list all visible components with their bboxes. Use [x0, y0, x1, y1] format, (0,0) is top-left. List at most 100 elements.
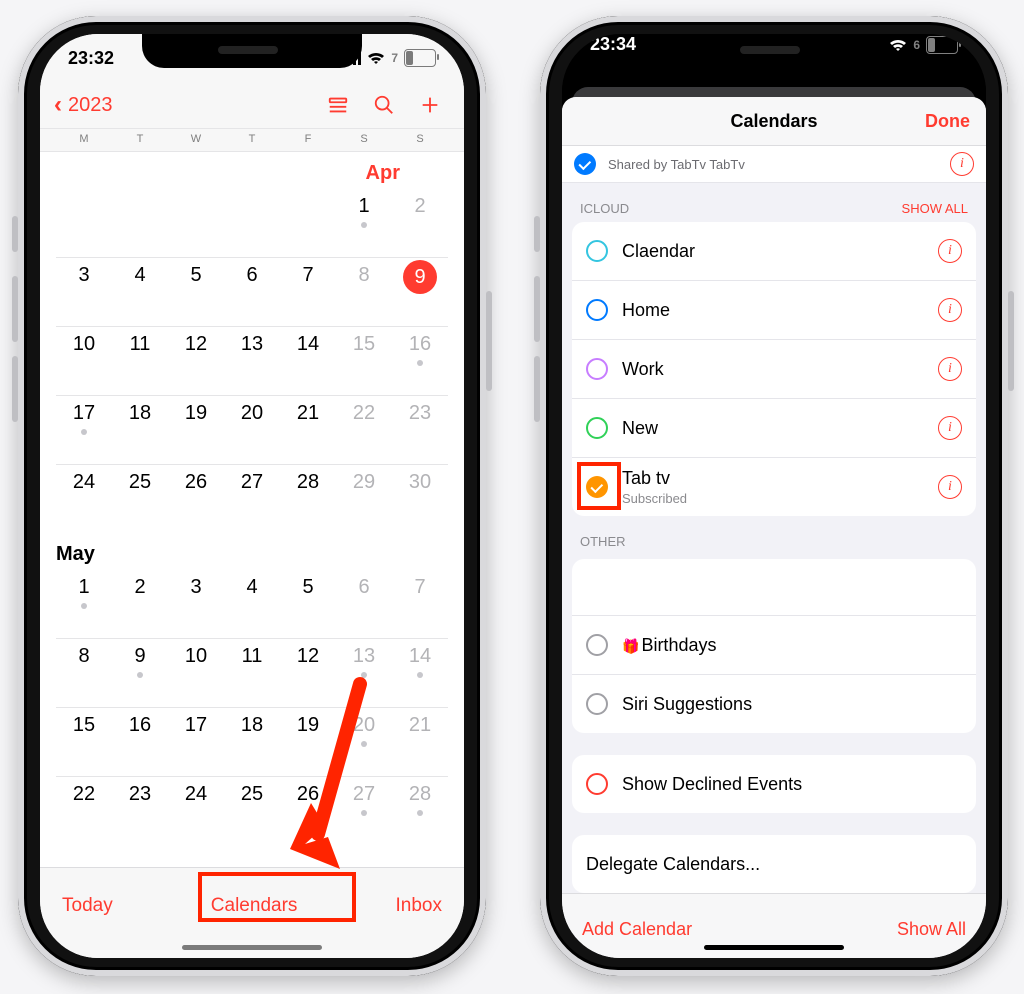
today-button[interactable]: Today — [62, 895, 113, 917]
calendar-row[interactable]: Siri Suggestions — [572, 674, 976, 733]
calendar-day[interactable]: 3 — [168, 570, 224, 638]
info-icon[interactable]: i — [938, 298, 962, 322]
calendar-day[interactable]: 22 — [56, 777, 112, 845]
calendar-day[interactable]: 15 — [336, 327, 392, 395]
calendar-day[interactable]: 16 — [112, 708, 168, 776]
calendar-day[interactable]: 26 — [280, 777, 336, 845]
calendar-day[interactable]: 13 — [336, 639, 392, 707]
info-icon[interactable]: i — [938, 416, 962, 440]
calendar-body[interactable]: Apr 123456789101112131415161718192021222… — [40, 152, 464, 867]
calendar-day[interactable]: 12 — [168, 327, 224, 395]
other-section-header: OTHER — [580, 534, 626, 549]
back-chevron-icon[interactable]: ‹ — [54, 93, 62, 117]
home-indicator[interactable] — [182, 945, 322, 950]
color-ring-icon[interactable] — [586, 358, 608, 380]
calendar-day[interactable]: 6 — [336, 570, 392, 638]
calendar-day[interactable]: 19 — [168, 396, 224, 464]
show-all-button[interactable]: Show All — [897, 919, 966, 940]
calendar-day[interactable]: 21 — [392, 708, 448, 776]
calendar-day[interactable]: 28 — [392, 777, 448, 845]
calendar-day[interactable]: 9 — [112, 639, 168, 707]
calendar-day[interactable]: 10 — [56, 327, 112, 395]
done-button[interactable]: Done — [925, 111, 970, 132]
calendar-day[interactable]: 8 — [336, 258, 392, 326]
calendar-day[interactable]: 12 — [280, 639, 336, 707]
calendar-day[interactable]: 3 — [56, 258, 112, 326]
calendar-day[interactable]: 25 — [224, 777, 280, 845]
calendar-day[interactable]: 20 — [336, 708, 392, 776]
calendar-day[interactable]: 17 — [56, 396, 112, 464]
sheet-body[interactable]: Shared by TabTv TabTv i ICLOUD SHOW ALL … — [562, 146, 986, 893]
calendar-day[interactable]: 27 — [336, 777, 392, 845]
calendar-row[interactable]: Claendari — [572, 222, 976, 280]
calendar-day[interactable]: 29 — [336, 465, 392, 533]
show-declined-row[interactable]: Show Declined Events — [572, 755, 976, 813]
calendar-day[interactable]: 25 — [112, 465, 168, 533]
calendar-row[interactable]: Tab tvSubscribedi — [572, 457, 976, 516]
inbox-button[interactable]: Inbox — [396, 895, 442, 917]
info-icon[interactable]: i — [938, 357, 962, 381]
calendar-day[interactable]: 26 — [168, 465, 224, 533]
calendar-day[interactable]: 4 — [224, 570, 280, 638]
calendar-day[interactable]: 1 — [336, 189, 392, 257]
calendar-day[interactable]: 17 — [168, 708, 224, 776]
calendar-day[interactable]: 4 — [112, 258, 168, 326]
calendar-day[interactable]: 18 — [224, 708, 280, 776]
calendar-day[interactable]: 22 — [336, 396, 392, 464]
calendar-day[interactable]: 9 — [392, 258, 448, 326]
calendar-row[interactable]: Homei — [572, 280, 976, 339]
calendar-day[interactable]: 23 — [392, 396, 448, 464]
calendar-row[interactable]: Worki — [572, 339, 976, 398]
calendar-day[interactable]: 15 — [56, 708, 112, 776]
add-calendar-button[interactable]: Add Calendar — [582, 919, 692, 940]
calendar-day[interactable]: 11 — [112, 327, 168, 395]
delegate-calendars-row[interactable]: Delegate Calendars... — [572, 835, 976, 893]
calendar-day[interactable]: 24 — [168, 777, 224, 845]
calendar-day[interactable]: 10 — [168, 639, 224, 707]
event-dot-icon — [81, 429, 87, 435]
calendar-day[interactable]: 6 — [224, 258, 280, 326]
calendar-day[interactable]: 7 — [280, 258, 336, 326]
calendar-day[interactable]: 14 — [280, 327, 336, 395]
calendar-day[interactable]: 5 — [280, 570, 336, 638]
add-event-icon[interactable] — [410, 85, 450, 125]
calendar-day[interactable]: 5 — [168, 258, 224, 326]
calendar-day[interactable]: 1 — [56, 570, 112, 638]
calendar-day[interactable]: 16 — [392, 327, 448, 395]
search-icon[interactable] — [364, 85, 404, 125]
info-icon[interactable]: i — [938, 239, 962, 263]
battery-icon — [926, 36, 958, 54]
calendar-day[interactable]: 24 — [56, 465, 112, 533]
calendar-row[interactable]: 🎁Birthdays — [572, 615, 976, 674]
calendar-day[interactable]: 2 — [112, 570, 168, 638]
info-icon[interactable]: i — [938, 475, 962, 499]
color-ring-icon[interactable] — [586, 299, 608, 321]
calendar-day[interactable]: 27 — [224, 465, 280, 533]
calendar-day[interactable]: 21 — [280, 396, 336, 464]
list-view-icon[interactable] — [318, 85, 358, 125]
shared-calendar-row[interactable]: Shared by TabTv TabTv i — [562, 146, 986, 183]
calendar-day[interactable]: 8 — [56, 639, 112, 707]
calendar-day — [168, 189, 224, 257]
calendar-day[interactable]: 19 — [280, 708, 336, 776]
calendar-week: 24252627282930 — [56, 464, 448, 533]
calendar-day[interactable]: 7 — [392, 570, 448, 638]
color-ring-icon[interactable] — [586, 417, 608, 439]
calendar-day[interactable]: 2 — [392, 189, 448, 257]
calendar-day[interactable]: 23 — [112, 777, 168, 845]
calendar-day[interactable]: 13 — [224, 327, 280, 395]
calendar-day[interactable]: 20 — [224, 396, 280, 464]
calendar-row[interactable]: Newi — [572, 398, 976, 457]
calendar-day[interactable]: 30 — [392, 465, 448, 533]
calendar-day[interactable]: 18 — [112, 396, 168, 464]
icloud-show-all[interactable]: SHOW ALL — [902, 201, 968, 216]
color-ring-icon[interactable] — [586, 634, 608, 656]
back-year[interactable]: 2023 — [68, 94, 113, 117]
color-ring-icon[interactable] — [586, 240, 608, 262]
color-ring-icon[interactable] — [586, 693, 608, 715]
home-indicator[interactable] — [704, 945, 844, 950]
calendar-day[interactable]: 14 — [392, 639, 448, 707]
calendar-day[interactable]: 28 — [280, 465, 336, 533]
info-icon[interactable]: i — [950, 152, 974, 176]
calendar-day[interactable]: 11 — [224, 639, 280, 707]
